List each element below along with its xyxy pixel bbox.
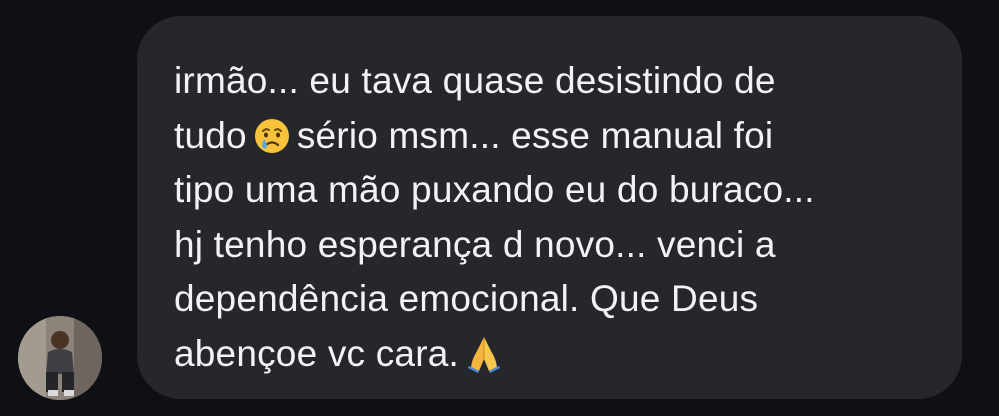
message-line: abençoe vc cara. bbox=[174, 327, 922, 382]
avatar[interactable] bbox=[18, 316, 102, 400]
message-bubble[interactable]: irmão... eu tava quase desistindo de tud… bbox=[137, 16, 962, 399]
message-line-text: hj tenho esperança d novo... venci a bbox=[174, 223, 776, 265]
message-line-text: dependência emocional. Que Deus bbox=[174, 278, 759, 319]
message-line: hj tenho esperança d novo... venci a bbox=[174, 218, 922, 273]
message-line-text: tudo bbox=[174, 114, 247, 156]
crying-face-icon bbox=[253, 117, 291, 155]
message-line-text: abençoe vc cara. bbox=[174, 332, 459, 374]
message-line-text: tipo uma mão puxando eu do buraco... bbox=[174, 169, 815, 210]
message-line: dependência emocional. Que Deus bbox=[174, 272, 922, 327]
message-line-text: irmão... eu tava quase desistindo de bbox=[174, 60, 776, 101]
message-line-text: sério msm... esse manual foi bbox=[296, 114, 774, 156]
message-text: irmão... eu tava quase desistindo de tud… bbox=[174, 54, 922, 381]
profile-photo-icon bbox=[18, 316, 102, 400]
message-line: irmão... eu tava quase desistindo de bbox=[174, 54, 922, 109]
chat-screen: irmão... eu tava quase desistindo de tud… bbox=[0, 0, 999, 416]
message-line: tudo sério msm... esse manual foi bbox=[174, 109, 922, 164]
folded-hands-icon bbox=[465, 333, 503, 373]
message-line: tipo uma mão puxando eu do buraco... bbox=[174, 163, 922, 218]
